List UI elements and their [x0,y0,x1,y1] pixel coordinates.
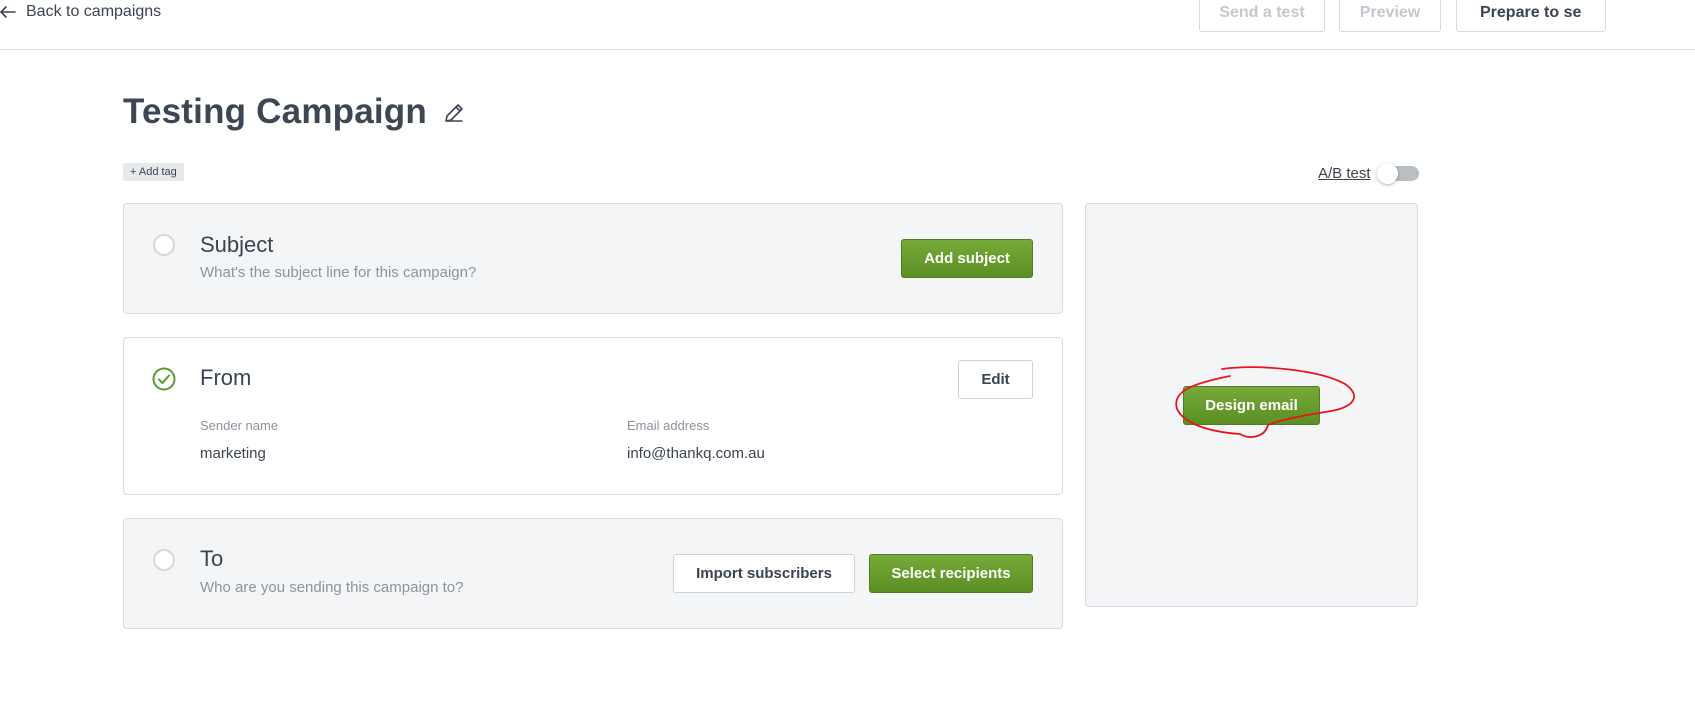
design-panel: Design email [1085,203,1418,607]
subject-card: Subject What's the subject line for this… [123,203,1063,314]
sender-name-value: marketing [200,445,266,462]
ab-test-label[interactable]: A/B test [1318,165,1371,182]
select-recipients-button[interactable]: Select recipients [869,554,1033,593]
add-tag-button[interactable]: + Add tag [123,163,184,181]
from-title: From [200,365,252,390]
incomplete-circle-icon [153,549,175,571]
add-subject-button[interactable]: Add subject [901,239,1033,278]
subject-description: What's the subject line for this campaig… [200,264,477,281]
design-email-button[interactable]: Design email [1183,386,1320,425]
send-test-button[interactable]: Send a test [1199,0,1325,32]
back-to-campaigns-link[interactable]: Back to campaigns [0,3,161,21]
to-title: To [200,546,224,571]
arrow-left-icon [0,6,16,18]
incomplete-circle-icon [153,234,175,256]
email-address-value: info@thankq.com.au [627,445,765,462]
title-row: Testing Campaign [123,92,465,132]
import-subscribers-button[interactable]: Import subscribers [673,554,855,593]
check-circle-icon [152,367,176,391]
pencil-icon[interactable] [443,102,465,124]
from-card: From Edit Sender name marketing Email ad… [123,337,1063,495]
prepare-to-send-button[interactable]: Prepare to se [1456,0,1606,32]
sender-name-label: Sender name [200,418,279,433]
ab-test-control: A/B test [1318,163,1419,184]
toggle-knob [1376,163,1398,184]
top-bar: Back to campaigns Send a test Preview Pr… [0,0,1695,50]
ab-test-toggle[interactable] [1376,163,1419,184]
back-link-label: Back to campaigns [26,3,162,20]
edit-from-button[interactable]: Edit [958,360,1033,399]
subject-title: Subject [200,232,274,257]
email-address-label: Email address [627,418,710,433]
preview-button[interactable]: Preview [1339,0,1441,32]
page-title: Testing Campaign [123,92,427,131]
to-description: Who are you sending this campaign to? [200,579,464,596]
to-card: To Who are you sending this campaign to?… [123,518,1063,629]
